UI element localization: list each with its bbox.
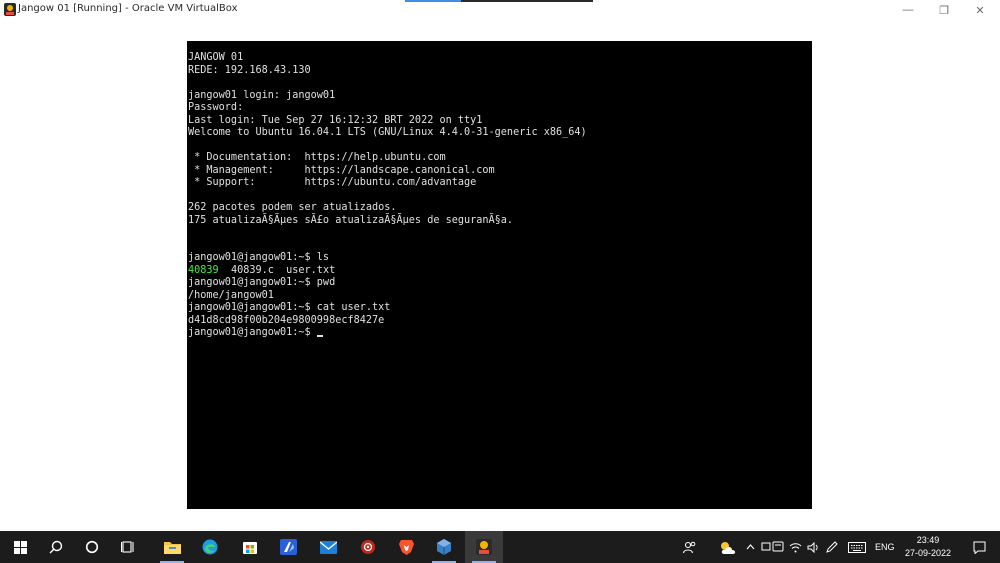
virtualbox-icon — [437, 539, 451, 555]
keyboard-icon — [848, 541, 866, 553]
clock-time: 23:49 — [916, 535, 940, 545]
task-view-icon — [121, 541, 134, 553]
minimize-button[interactable]: — — [890, 0, 926, 20]
terminal-output: JANGOW 01 REDE: 192.168.43.130 jangow01 … — [188, 52, 587, 340]
show-hidden-icons-button[interactable] — [743, 531, 757, 563]
brave-button[interactable] — [388, 531, 424, 563]
window-title: Jangow 01 [Running] - Oracle VM VirtualB… — [18, 3, 238, 14]
brave-icon — [398, 540, 414, 555]
weather-cloud-sun-icon — [721, 541, 736, 554]
start-button[interactable] — [4, 531, 36, 563]
antivirus-button[interactable] — [350, 531, 386, 563]
clock-date: 27-09-2022 — [904, 548, 952, 558]
loading-progress-fill — [405, 0, 462, 2]
wifi-button[interactable] — [787, 531, 803, 563]
wifi-icon — [789, 542, 801, 552]
powerautomate-icon — [279, 539, 297, 555]
edge-button[interactable] — [192, 531, 228, 563]
taskbar: ENG 23:49 27-09-2022 — [0, 531, 1000, 563]
terminal-prompt: jangow01@jangow01:~$ — [188, 327, 317, 338]
weather-button[interactable] — [716, 531, 740, 563]
executable-file-name: 40839 — [188, 264, 219, 276]
antivirus-icon — [361, 540, 375, 554]
jangow-vm-icon — [4, 3, 16, 16]
pen-button[interactable] — [823, 531, 841, 563]
cortana-button[interactable] — [76, 531, 108, 563]
terminal-lines: JANGOW 01 REDE: 192.168.43.130 jangow01 … — [188, 52, 587, 263]
jangow-vm-icon — [476, 539, 492, 555]
powerautomate-button[interactable] — [270, 531, 306, 563]
volume-button[interactable] — [805, 531, 821, 563]
microsoft-store-button[interactable] — [232, 531, 268, 563]
mail-icon — [319, 540, 337, 554]
windows-start-icon — [13, 540, 27, 554]
chevron-up-icon — [746, 544, 754, 550]
taskbar-clock[interactable]: 23:49 27-09-2022 — [900, 534, 956, 560]
search-icon — [49, 540, 63, 554]
device-icon — [761, 541, 784, 552]
loading-progress-bar — [405, 0, 593, 2]
vm-console-screen[interactable]: JANGOW 01 REDE: 192.168.43.130 jangow01 … — [187, 41, 812, 509]
vm-display-area: JANGOW 01 REDE: 192.168.43.130 jangow01 … — [0, 20, 1000, 531]
close-button[interactable]: ✕ — [962, 0, 998, 20]
task-view-button[interactable] — [112, 531, 144, 563]
terminal-lines-after: jangow01@jangow01:~$ pwd /home/jangow01 … — [188, 277, 391, 326]
tray-device-icons[interactable] — [760, 531, 786, 563]
search-button[interactable] — [40, 531, 72, 563]
notifications-button[interactable] — [966, 531, 992, 563]
mail-button[interactable] — [310, 531, 346, 563]
input-language-indicator[interactable]: ENG — [875, 542, 895, 552]
people-button[interactable] — [680, 531, 700, 563]
window-titlebar[interactable]: Jangow 01 [Running] - Oracle VM VirtualB… — [0, 0, 1000, 20]
terminal-cursor — [316, 335, 323, 337]
jangow-vm-taskbar-button[interactable] — [465, 531, 503, 563]
microsoft-store-icon — [243, 542, 257, 554]
speaker-icon — [807, 541, 818, 553]
virtualbox-button[interactable] — [426, 531, 462, 563]
notification-icon — [973, 541, 985, 554]
cortana-icon — [85, 540, 99, 554]
people-icon — [683, 541, 696, 553]
edge-icon — [202, 539, 218, 555]
maximize-button[interactable]: ❐ — [926, 0, 962, 20]
file-explorer-icon — [163, 542, 181, 554]
touch-keyboard-button[interactable] — [845, 531, 869, 563]
file-explorer-button[interactable] — [154, 531, 190, 563]
pen-icon — [826, 541, 838, 553]
ls-output-rest: 40839.c user.txt — [218, 264, 336, 276]
